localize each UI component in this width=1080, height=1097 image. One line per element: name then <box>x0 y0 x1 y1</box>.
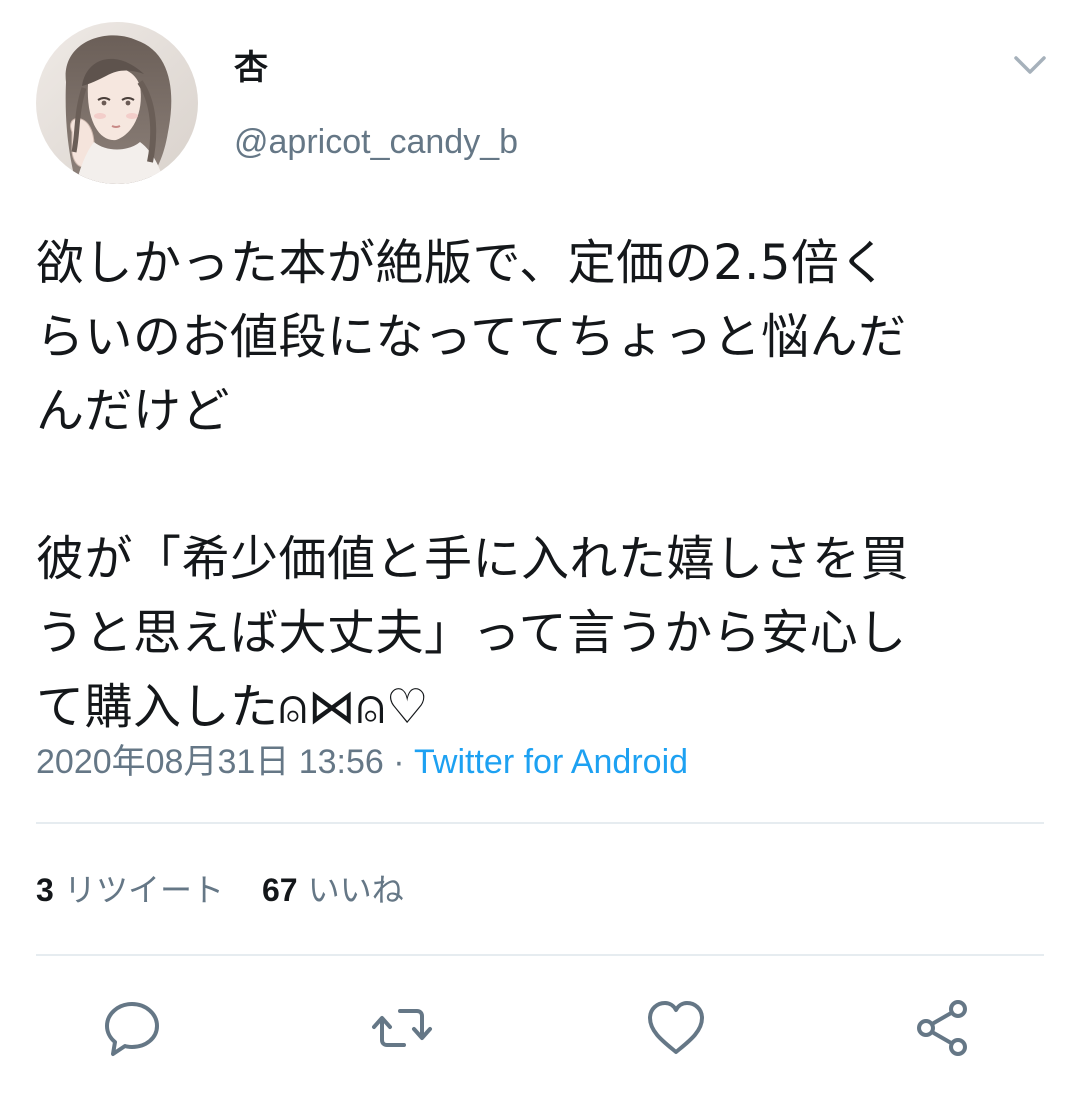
like-button[interactable] <box>644 996 708 1060</box>
share-icon <box>917 1000 967 1056</box>
retweets-label: リツイート <box>63 871 224 909</box>
tweet-text: 欲しかった本が絶版で、定価の2.5倍く らいのお値段になっててちょっと悩んだ ん… <box>36 235 910 735</box>
tweet-card: 杏 @apricot_candy_b 欲しかった本が絶版で、定価の2.5倍く ら… <box>0 0 1080 1097</box>
retweets-count: 3 <box>36 872 54 908</box>
avatar[interactable] <box>36 22 198 184</box>
divider <box>36 954 1044 956</box>
timestamp[interactable]: 2020年08月31日 13:56 <box>36 743 384 781</box>
display-name[interactable]: 杏 <box>234 44 268 92</box>
heart-icon <box>648 1001 704 1054</box>
divider <box>36 822 1044 824</box>
retweets-stat[interactable]: 3 リツイート <box>36 866 224 914</box>
share-button[interactable] <box>912 996 976 1060</box>
likes-count: 67 <box>261 872 298 908</box>
avatar-illustration <box>36 22 198 184</box>
user-handle[interactable]: @apricot_candy_b <box>234 118 518 166</box>
tweet-meta: 2020年08月31日 13:56 · Twitter for Android <box>36 738 688 786</box>
likes-label: いいね <box>307 871 404 909</box>
source-link[interactable]: Twitter for Android <box>414 743 688 781</box>
meta-separator: · <box>383 743 415 781</box>
reply-icon <box>105 1002 159 1056</box>
engagement-stats: 3 リツイート 67 いいね <box>36 866 404 914</box>
retweet-icon <box>372 1009 432 1047</box>
likes-stat[interactable]: 67 いいね <box>262 866 404 914</box>
reply-button[interactable] <box>100 996 164 1060</box>
retweet-button[interactable] <box>370 996 434 1060</box>
chevron-down-icon[interactable] <box>1006 48 1054 84</box>
